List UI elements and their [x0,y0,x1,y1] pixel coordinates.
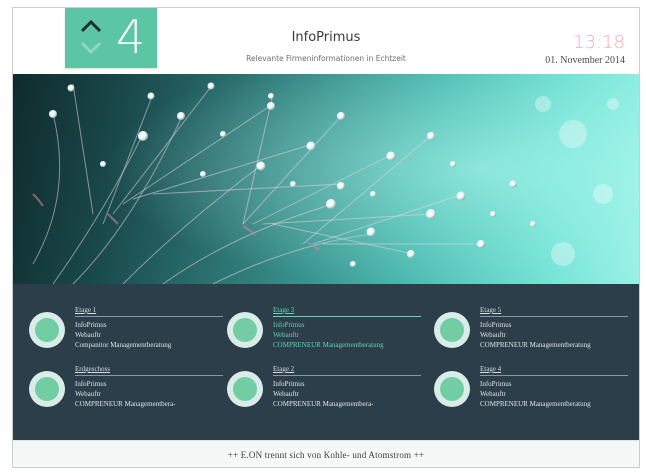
floor-ring-icon [227,312,263,348]
header-bar: 4 InfoPrimus Relevante Firmeninformation… [13,8,639,75]
directory-entry[interactable]: Erdgeschoss InfoPrimus Webauftr COMPRENE… [29,365,223,417]
floor-ring-icon [29,312,65,348]
entry-line: Webauftr [75,390,101,398]
entry-line: Webauftr [273,331,299,339]
entry-line: Webauftr [480,390,506,398]
floor-ring-icon [29,371,65,407]
entry-floor: Etage 4 [480,365,628,376]
entry-line: InfoPrimus [75,321,107,329]
app-title: InfoPrimus [291,30,361,45]
hero-image [13,74,639,284]
floor-directory-panel: Etage 1 InfoPrimus Webauftr Companitor M… [13,284,639,440]
entry-floor: Etage 1 [75,306,223,317]
entry-line: InfoPrimus [480,380,512,388]
display-frame: 4 InfoPrimus Relevante Firmeninformation… [12,7,640,468]
entry-line: Webauftr [480,331,506,339]
ticker-text: ++ E.ON trennt sich von Kohle- und Atoms… [227,450,425,460]
entry-floor: Etage 2 [273,365,421,376]
entry-floor: Etage 3 [273,306,421,317]
floor-ring-icon [227,371,263,407]
entry-line: Webauftr [273,390,299,398]
entry-line: COMPRENEUR Managementbera- [75,400,176,408]
directory-entry[interactable]: Etage 5 InfoPrimus Webauftr COMPRENEUR M… [434,306,628,358]
clock: 13:18 [573,32,625,53]
date: 01. November 2014 [545,55,625,66]
entry-line: Webauftr [75,331,101,339]
directory-entry-active[interactable]: Etage 3 InfoPrimus Webauftr COMPRENEUR M… [227,306,421,358]
directory-entry[interactable]: Etage 2 InfoPrimus Webauftr COMPRENEUR M… [227,365,421,417]
floor-ring-icon [434,312,470,348]
entry-floor: Erdgeschoss [75,365,223,376]
entry-line: InfoPrimus [75,380,107,388]
entry-line: InfoPrimus [273,321,305,329]
entry-line: Companitor Managementberatung [75,341,172,349]
dandelion-photo [13,74,639,284]
news-ticker: ++ E.ON trennt sich von Kohle- und Atoms… [13,440,639,467]
floor-ring-icon [434,371,470,407]
entry-line: COMPRENEUR Managementberatung [480,400,591,408]
directory-entry[interactable]: Etage 4 InfoPrimus Webauftr COMPRENEUR M… [434,365,628,417]
entry-line: COMPRENEUR Managementberatung [273,341,384,349]
entry-floor: Etage 5 [480,306,628,317]
entry-line: COMPRENEUR Managementberatung [480,341,591,349]
entry-line: InfoPrimus [273,380,305,388]
directory-entry[interactable]: Etage 1 InfoPrimus Webauftr Companitor M… [29,306,223,358]
entry-line: COMPRENEUR Managementbera- [273,400,374,408]
entry-line: InfoPrimus [480,321,512,329]
